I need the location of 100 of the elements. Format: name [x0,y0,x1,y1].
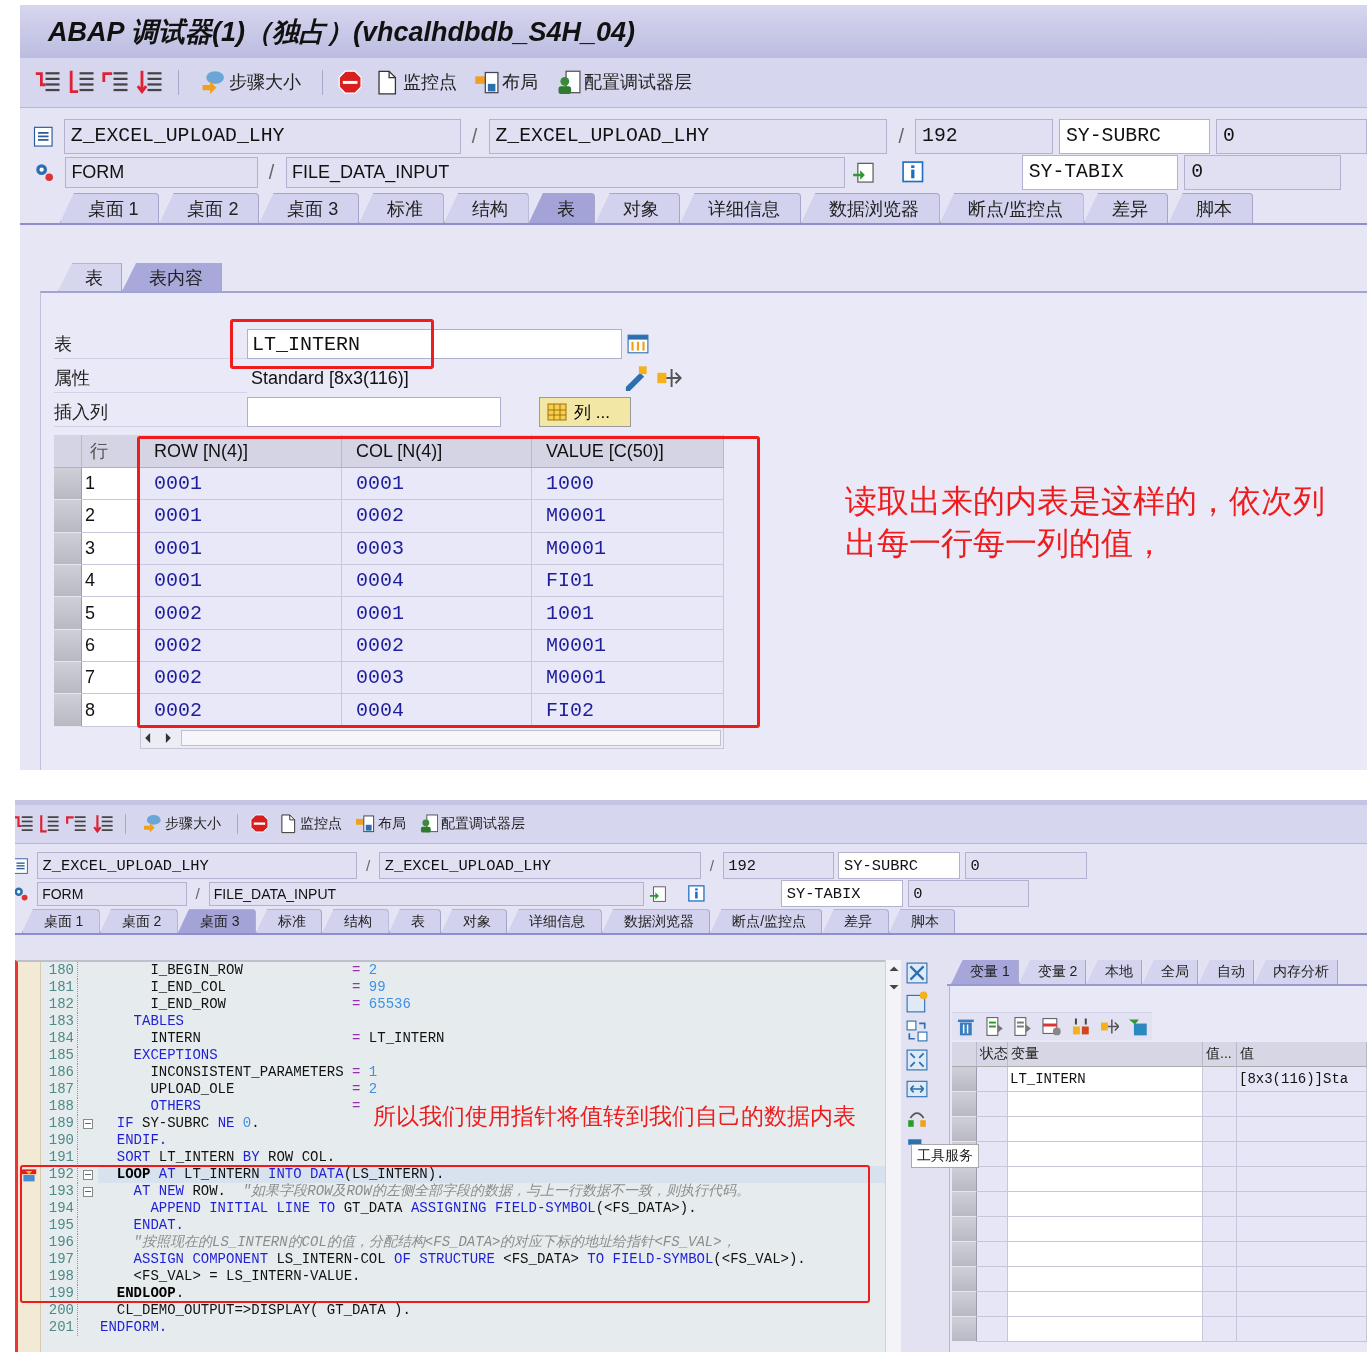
column-button[interactable]: 列 ... [539,397,631,428]
document-arrow-icon[interactable] [984,1016,1005,1038]
tab[interactable]: 断点/监控点 [939,192,1084,224]
collapse-toggle[interactable] [83,1169,93,1180]
watchpoint-button[interactable]: 监控点 [368,69,462,95]
system-field-name[interactable]: SY-TABIX [1021,154,1179,190]
tab[interactable]: 断点/监控点 [710,909,823,934]
code-line: AT NEW ROW. "如果字段ROW及ROW的左侧全部字段的数据，与上一行数据不一致，则执行代码。 [132,1183,750,1201]
layout-icon[interactable] [473,69,499,95]
code-line: "按照现在的LS_INTERN的COL的值，分配结构<FS_DATA>的对应下标的地址给指针<FS_VAL>， [132,1234,736,1252]
event-field: FILE_DATA_INPUT [208,881,644,907]
tab[interactable]: 桌面 2 [99,909,178,934]
vertical-scrollbar[interactable] [885,960,901,1352]
tab[interactable]: 变量 2 [1018,960,1087,985]
tab[interactable]: 本地 [1086,960,1143,985]
code-editor[interactable] [15,960,885,1352]
tab[interactable]: 详细信息 [680,192,801,224]
info-icon[interactable] [687,885,705,903]
info-icon[interactable] [902,161,924,184]
tab[interactable]: 差异 [1083,192,1169,224]
layout-button[interactable]: 布局 [351,813,410,834]
document-arrow-icon[interactable] [1013,1016,1034,1038]
path-separator: / [365,856,372,875]
tab[interactable]: 桌面 1 [59,192,160,224]
tab[interactable]: 标准 [359,192,444,224]
table-rows-icon[interactable] [1042,1016,1062,1038]
tab[interactable]: 差异 [822,909,889,934]
line-number: 182 [40,996,78,1014]
line-number: 184 [40,1030,78,1048]
tab[interactable]: 表 [528,192,596,224]
insert-column-field[interactable] [247,397,501,428]
variable-cell[interactable]: LT_INTERN [1008,1067,1203,1093]
layout-icon[interactable] [355,813,375,834]
row-number: 4 [82,564,140,598]
tab[interactable]: 对象 [595,192,681,224]
tab[interactable]: 桌面 1 [21,909,100,934]
stop-icon[interactable] [249,814,269,834]
column-header[interactable]: 值... [1203,1042,1237,1068]
list-arrow-icon[interactable] [38,812,61,835]
arrow-into-list-icon[interactable] [648,884,667,903]
collapse-icon[interactable] [906,962,928,985]
arrow-into-list-icon[interactable] [851,160,876,184]
tab[interactable]: 全局 [1142,960,1199,985]
line-number: 181 [40,979,78,997]
column-header[interactable]: COL [N(4)] [342,435,532,468]
expand-icon[interactable] [906,1049,928,1072]
tab[interactable]: 内存分析 [1254,960,1339,985]
table-icon[interactable] [627,333,649,356]
horizontal-scrollbar[interactable] [140,726,724,749]
step-size-button[interactable]: 步骤大小 [138,813,225,834]
tab[interactable]: 脚本 [888,909,956,934]
path-separator: / [470,124,479,148]
row-number: 2 [82,500,140,533]
collapse-toggle[interactable] [83,1118,93,1129]
sub-tab[interactable]: 表 [58,263,122,292]
stop-icon[interactable] [337,70,363,95]
table-cell: 0003 [342,662,532,695]
tab[interactable]: 变量 1 [951,960,1019,985]
column-header[interactable]: 状态 [977,1042,1008,1068]
swap-panes-icon[interactable] [906,1020,928,1043]
event-type-field: FORM [37,881,187,907]
tab[interactable]: 桌面 3 [259,192,360,224]
tab[interactable]: 对象 [441,909,508,934]
column-header[interactable]: 变量 [1008,1042,1203,1068]
new-window-icon[interactable] [906,991,928,1014]
system-field-name[interactable]: SY-SUBRC [838,852,961,880]
column-header[interactable]: ROW [N(4)] [140,435,342,468]
event-field: FILE_DATA_INPUT [285,156,846,188]
configure-layers-button[interactable]: 配置调试器层 [550,69,698,95]
sub-tab[interactable]: 表内容 [122,263,222,292]
tab[interactable]: 结构 [322,909,389,934]
tab[interactable]: 脚本 [1168,192,1254,224]
collapse-toggle[interactable] [83,1186,93,1197]
list-arrow-icon[interactable] [91,812,114,835]
system-field-name[interactable]: SY-SUBRC [1059,118,1210,154]
line-number: 195 [40,1217,78,1235]
watchpoint-button[interactable]: 监控点 [273,813,347,834]
line-field: 192 [722,852,834,880]
tab[interactable]: 结构 [443,192,529,224]
tab[interactable]: 表 [388,909,441,934]
tab[interactable]: 详细信息 [507,909,602,934]
layout-button[interactable]: 布局 [468,69,544,95]
tab[interactable]: 标准 [255,909,323,934]
tab[interactable]: 自动 [1198,960,1255,985]
tab[interactable]: 数据浏览器 [801,192,940,224]
column-header[interactable]: 值 [1237,1042,1367,1068]
column-header[interactable]: VALUE [C(50)] [532,435,724,468]
table-name-field[interactable]: LT_INTERN [247,329,622,360]
system-field-value: 0 [1184,154,1341,190]
tab[interactable]: 桌面 3 [177,909,256,934]
column-header[interactable]: 行 [82,435,140,468]
table-cell: FI01 [532,564,724,598]
person-panel-icon[interactable] [418,813,439,834]
row-number: 1 [82,467,140,501]
system-field-name[interactable]: SY-TABIX [781,880,903,908]
tab[interactable]: 数据浏览器 [601,909,711,934]
configure-layers-button[interactable]: 配置调试器层 [414,813,530,834]
code-line: INCONSISTENT_PARAMETERS = 1 [149,1064,378,1082]
step-size-button[interactable]: 步骤大小 [194,69,307,95]
tab[interactable]: 桌面 2 [159,192,260,224]
